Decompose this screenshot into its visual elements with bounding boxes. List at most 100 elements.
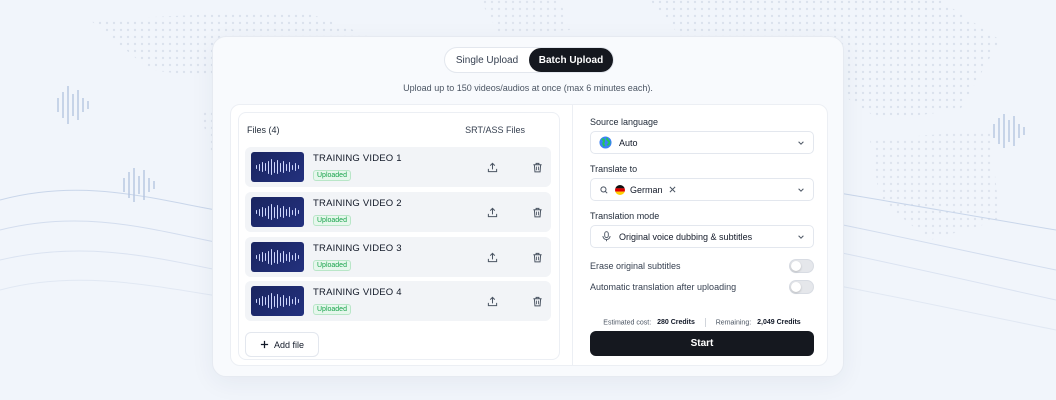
waveform-bar — [276, 250, 279, 264]
main-panel: Files (4) SRT/ASS Files TRAINING VIDEO 1… — [230, 104, 828, 366]
file-row[interactable]: TRAINING VIDEO 2 Uploaded — [245, 192, 551, 232]
waveform-bar — [270, 204, 273, 220]
waveform-bar — [258, 297, 261, 305]
waveform-bar — [264, 208, 267, 216]
waveform-bar — [270, 293, 273, 309]
upload-hint: Upload up to 150 videos/audios at once (… — [403, 83, 653, 93]
globe-icon — [599, 136, 612, 149]
video-thumbnail — [251, 197, 304, 227]
status-badge: Uploaded — [313, 214, 351, 226]
waveform-bar — [297, 299, 300, 303]
waveform-bar — [267, 294, 270, 308]
status-badge: Uploaded — [313, 169, 351, 181]
waveform-bar — [291, 298, 294, 304]
waveform-bar — [285, 253, 288, 261]
waveform-bar — [291, 164, 294, 170]
auto-translate-label: Automatic translation after uploading — [590, 282, 737, 292]
files-count-title: Files (4) — [247, 125, 280, 135]
waveform-bar — [273, 295, 276, 307]
waveform-bar — [282, 161, 285, 173]
search-icon — [600, 185, 608, 194]
source-language-select[interactable]: Auto — [590, 131, 814, 154]
erase-subtitles-row: Erase original subtitles — [590, 259, 814, 273]
waveform-bar — [288, 296, 291, 306]
waveform-bar — [261, 207, 264, 217]
file-name: TRAINING VIDEO 2 — [313, 197, 402, 209]
upload-subtitle-icon[interactable] — [485, 250, 499, 264]
source-language-label: Source language — [590, 117, 659, 127]
waveform-bar — [285, 297, 288, 305]
file-row[interactable]: TRAINING VIDEO 1 Uploaded — [245, 147, 551, 187]
waveform-bar — [276, 160, 279, 174]
estimated-cost-label: Estimated cost: — [603, 319, 652, 327]
translate-to-select[interactable]: German — [590, 178, 814, 201]
delete-icon[interactable] — [530, 250, 544, 264]
auto-translate-row: Automatic translation after uploading — [590, 280, 814, 294]
video-thumbnail — [251, 242, 304, 272]
waveform-bar — [261, 162, 264, 172]
remaining-label: Remaining: — [715, 319, 752, 327]
waveform-bar — [264, 253, 267, 261]
srt-ass-column-label: SRT/ASS Files — [465, 125, 525, 135]
translate-to-label: Translate to — [590, 164, 638, 174]
waveform-bar — [279, 162, 282, 172]
chevron-down-icon — [798, 141, 804, 145]
upload-subtitle-icon[interactable] — [485, 294, 499, 308]
waveform-bar — [276, 294, 279, 308]
file-name: TRAINING VIDEO 4 — [313, 286, 402, 298]
waveform-bar — [282, 251, 285, 263]
delete-icon[interactable] — [530, 160, 544, 174]
waveform-bar — [294, 297, 297, 305]
auto-translate-toggle[interactable] — [789, 280, 814, 294]
waveform-bar — [267, 250, 270, 264]
upload-subtitle-icon[interactable] — [485, 205, 499, 219]
waveform-bar — [282, 295, 285, 307]
waveform-bar — [279, 296, 282, 306]
erase-subtitles-toggle[interactable] — [789, 259, 814, 273]
remaining-value: 2,049 Credits — [757, 319, 801, 327]
add-file-button[interactable]: Add file — [245, 332, 319, 357]
waveform-bar — [297, 255, 300, 259]
waveform-bar — [294, 163, 297, 171]
remove-tag-icon[interactable] — [669, 186, 676, 193]
upload-subtitle-icon[interactable] — [485, 160, 499, 174]
waveform-bar — [276, 205, 279, 219]
translation-mode-select[interactable]: Original voice dubbing & subtitles — [590, 225, 814, 248]
waveform-bar — [282, 206, 285, 218]
file-row[interactable]: TRAINING VIDEO 4 Uploaded — [245, 281, 551, 321]
settings-section: Source language Auto Translate to German — [573, 105, 827, 365]
waveform-bar — [255, 210, 258, 214]
file-row[interactable]: TRAINING VIDEO 3 Uploaded — [245, 237, 551, 277]
chevron-down-icon — [798, 235, 804, 239]
waveform-bar — [258, 253, 261, 261]
waveform-bar — [273, 161, 276, 173]
status-badge: Uploaded — [313, 303, 351, 315]
translation-mode-label: Translation mode — [590, 211, 660, 221]
start-button[interactable]: Start — [590, 331, 814, 356]
translation-mode-value: Original voice dubbing & subtitles — [619, 231, 753, 242]
files-header: Files (4) SRT/ASS Files — [239, 113, 559, 137]
delete-icon[interactable] — [530, 205, 544, 219]
waveform-bar — [285, 208, 288, 216]
waveform-bar — [273, 206, 276, 218]
waveform-bar — [258, 208, 261, 216]
waveform-bar — [279, 207, 282, 217]
credits-summary: Estimated cost: 280 Credits Remaining: 2… — [590, 318, 814, 327]
waveform-bar — [267, 160, 270, 174]
waveform-bar — [285, 163, 288, 171]
waveform-bar — [258, 163, 261, 171]
waveform-bar — [270, 249, 273, 265]
germany-flag-icon — [615, 184, 625, 195]
waveform-bar — [294, 253, 297, 261]
files-section: Files (4) SRT/ASS Files TRAINING VIDEO 1… — [231, 105, 573, 365]
waveform-bar — [270, 159, 273, 175]
estimated-cost-value: 280 Credits — [657, 319, 695, 327]
waveform-bar — [291, 254, 294, 260]
erase-subtitles-label: Erase original subtitles — [590, 261, 681, 271]
tab-single-upload[interactable]: Single Upload — [445, 48, 529, 72]
chevron-down-icon — [798, 188, 804, 192]
delete-icon[interactable] — [530, 294, 544, 308]
tab-batch-upload[interactable]: Batch Upload — [529, 48, 613, 72]
waveform-bar — [297, 165, 300, 169]
waveform-bar — [273, 251, 276, 263]
